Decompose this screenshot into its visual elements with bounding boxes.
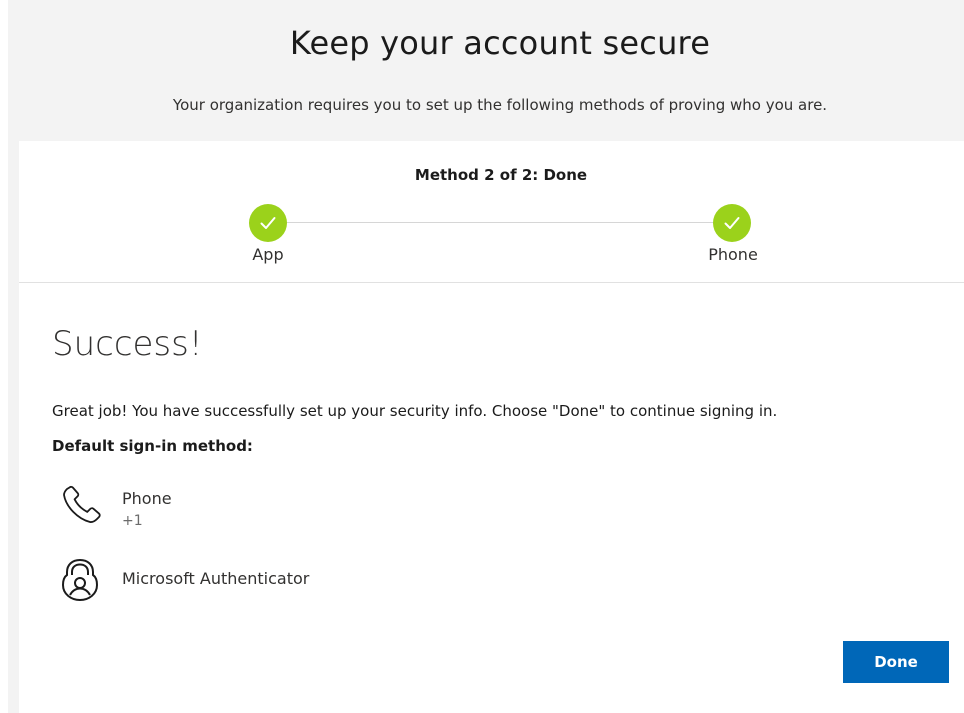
method-detail-phone: +1 [122,513,143,529]
page-title: Keep your account secure [289,24,711,62]
authenticator-lock-icon [61,558,99,602]
success-message: Great job! You have successfully set up … [52,402,778,420]
setup-card: Method 2 of 2: Done App Phone Success! G… [19,141,964,713]
method-name-phone: Phone [122,489,172,508]
step-label-phone: Phone [708,245,758,264]
default-method-label: Default sign-in method: [52,437,253,455]
success-heading: Success! [52,324,203,364]
progress-line [287,222,733,223]
page: Keep your account secure Your organizati… [0,0,964,713]
phone-icon [63,485,101,523]
step-app-complete-icon [249,204,287,242]
page-subtitle: Your organization requires you to set up… [172,96,828,114]
step-phone-complete-icon [713,204,751,242]
progress-section: Method 2 of 2: Done App Phone [19,141,964,283]
method-name-authenticator: Microsoft Authenticator [122,569,310,588]
method-progress-label: Method 2 of 2: Done [414,166,588,184]
checkmark-icon [724,217,740,229]
checkmark-icon [260,217,276,229]
step-label-app: App [252,245,284,264]
done-button[interactable]: Done [843,641,949,683]
